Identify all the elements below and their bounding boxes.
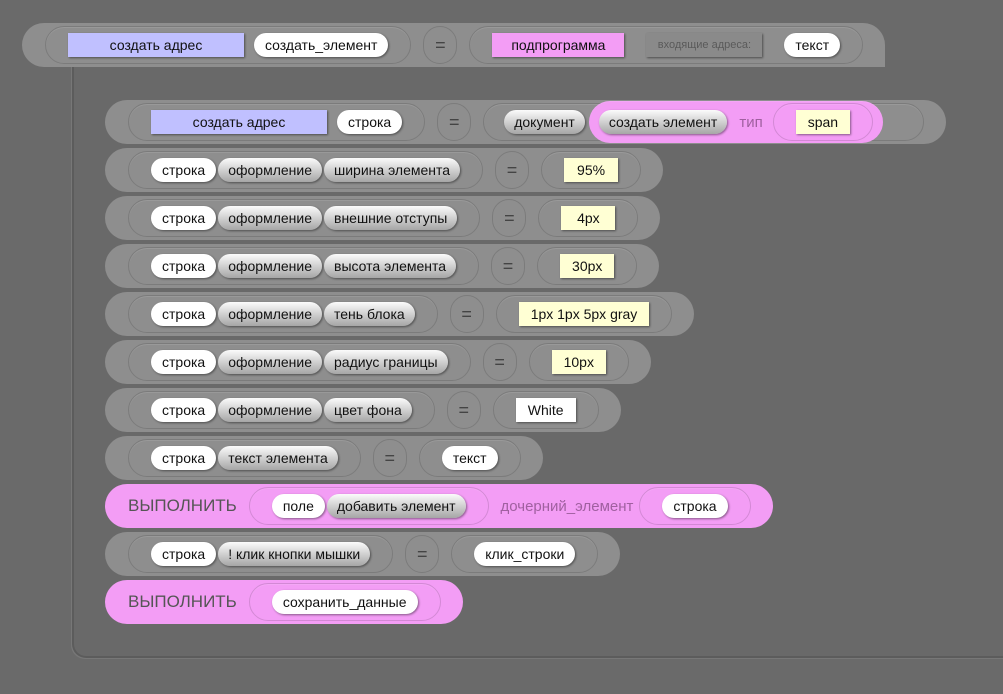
left-slot[interactable]: строка оформление высота элемента [128,247,480,285]
equals-sign: = [491,247,526,285]
execute-keyword: ВЫПОЛНИТЬ [128,496,237,515]
variable-chip[interactable]: строка [662,494,728,518]
execute-statement[interactable]: ВЫПОЛНИТЬ поле добавить элемент дочерний_эл… [105,484,773,528]
left-slot[interactable]: строка оформление радиус границы [128,343,471,381]
property-chip[interactable]: оформление [218,398,322,422]
literal-value[interactable]: 1px 1px 5px gray [518,302,650,326]
property-chip[interactable]: ! клик кнопки мышки [218,542,371,566]
target-slot[interactable]: поле добавить элемент [248,487,489,525]
literal-value[interactable]: span [795,110,851,134]
address-slot[interactable]: создать адрес создать_элемент [45,26,412,64]
left-slot[interactable]: строка оформление цвет фона [128,391,435,429]
variable-chip[interactable]: строка [151,398,217,422]
create-address-label[interactable]: создать адрес [68,33,244,57]
right-slot[interactable]: документ создать элемент тип span [483,101,925,143]
arg-label: дочерний_элемент [500,497,634,515]
method-call-block[interactable]: создать элемент тип span [588,101,884,143]
property-chip[interactable]: оформление [218,206,322,230]
arg-slot[interactable]: строка [639,487,751,525]
variable-chip[interactable]: строка [151,254,217,278]
target-slot[interactable]: сохранить_данные [248,583,441,621]
variable-chip[interactable]: строка [337,110,403,134]
arg-slot[interactable]: span [772,103,874,141]
right-slot[interactable]: 95% [541,151,642,189]
variable-chip[interactable]: строка [151,446,217,470]
method-chip[interactable]: создать элемент [598,110,728,134]
property-chip[interactable]: цвет фона [324,398,412,422]
equals-sign: = [495,151,530,189]
property-chip[interactable]: оформление [218,158,322,182]
subroutine-name[interactable]: создать_элемент [254,33,389,57]
incoming-addresses-label: входящие адреса: [646,33,763,57]
property-chip[interactable]: документ [504,110,585,134]
execute-keyword: ВЫПОЛНИТЬ [128,592,237,611]
equals-sign: = [372,439,407,477]
left-slot[interactable]: создать адрес строка [128,103,426,141]
assignment-statement[interactable]: строка оформление радиус границы = 10px [105,340,651,384]
property-chip[interactable]: оформление [218,350,322,374]
literal-value[interactable]: 30px [560,254,615,278]
subroutine-header-block[interactable]: создать адрес создать_элемент = подпрогр… [22,23,886,67]
assignment-statement[interactable]: создать адрес строка = документ создать элем… [105,100,947,144]
variable-chip[interactable]: поле [271,494,325,518]
right-slot[interactable]: White [492,391,599,429]
property-chip[interactable]: тень блока [324,302,415,326]
equals-sign: = [437,103,472,141]
address-chip[interactable]: создать адрес [151,110,327,134]
variable-chip[interactable]: текст [441,446,498,470]
arg-label: тип [739,113,763,131]
param-text[interactable]: текст [784,33,841,57]
variable-chip[interactable]: строка [151,350,217,374]
equals-sign: = [449,295,484,333]
subroutine-slot[interactable]: подпрограмма входящие адреса: текст [469,26,864,64]
property-chip[interactable]: оформление [218,302,322,326]
right-slot[interactable]: 10px [528,343,629,381]
left-slot[interactable]: строка оформление тень блока [128,295,438,333]
equals-sign: = [446,391,481,429]
property-chip[interactable]: ширина элемента [324,158,461,182]
left-slot[interactable]: строка текст элемента [128,439,361,477]
property-chip[interactable]: добавить элемент [326,494,466,518]
execute-statement[interactable]: ВЫПОЛНИТЬ сохранить_данные [105,580,463,624]
subroutine-keyword[interactable]: подпрограмма [492,33,625,57]
variable-chip[interactable]: клик_строки [474,542,576,566]
variable-chip[interactable]: строка [151,158,217,182]
property-chip[interactable]: радиус границы [324,350,448,374]
assignment-statement[interactable]: строка текст элемента = текст [105,436,543,480]
variable-chip[interactable]: строка [151,206,217,230]
left-slot[interactable]: строка оформление внешние отступы [128,199,481,237]
literal-value[interactable]: White [515,398,576,422]
equals-sign: = [482,343,517,381]
property-chip[interactable]: оформление [218,254,322,278]
variable-chip[interactable]: сохранить_данные [271,590,418,614]
equals-sign: = [405,535,440,573]
property-chip[interactable]: высота элемента [324,254,457,278]
literal-value[interactable]: 10px [551,350,606,374]
left-slot[interactable]: строка оформление ширина элемента [128,151,484,189]
right-slot[interactable]: 30px [537,247,638,285]
literal-value[interactable]: 95% [564,158,619,182]
equals-sign: = [423,26,458,64]
assignment-statement[interactable]: строка оформление тень блока = 1px 1px 5px g… [105,292,695,336]
right-slot[interactable]: текст [418,439,521,477]
right-slot[interactable]: клик_строки [451,535,599,573]
property-chip[interactable]: внешние отступы [324,206,458,230]
variable-chip[interactable]: строка [151,302,217,326]
assignment-statement[interactable]: строка оформление ширина элемента = 95% [105,148,664,192]
assignment-statement[interactable]: строка оформление внешние отступы = 4px [105,196,661,240]
left-slot[interactable]: строка! клик кнопки мышки [128,535,394,573]
right-slot[interactable]: 1px 1px 5px gray [495,295,673,333]
assignment-statement[interactable]: строка оформление высота элемента = 30px [105,244,660,288]
property-chip[interactable]: текст элемента [218,446,338,470]
assignment-statement[interactable]: строка! клик кнопки мышки = клик_строки [105,532,621,576]
equals-sign: = [492,199,527,237]
literal-value[interactable]: 4px [561,206,616,230]
variable-chip[interactable]: строка [151,542,217,566]
assignment-statement[interactable]: строка оформление цвет фона = White [105,388,621,432]
right-slot[interactable]: 4px [538,199,639,237]
